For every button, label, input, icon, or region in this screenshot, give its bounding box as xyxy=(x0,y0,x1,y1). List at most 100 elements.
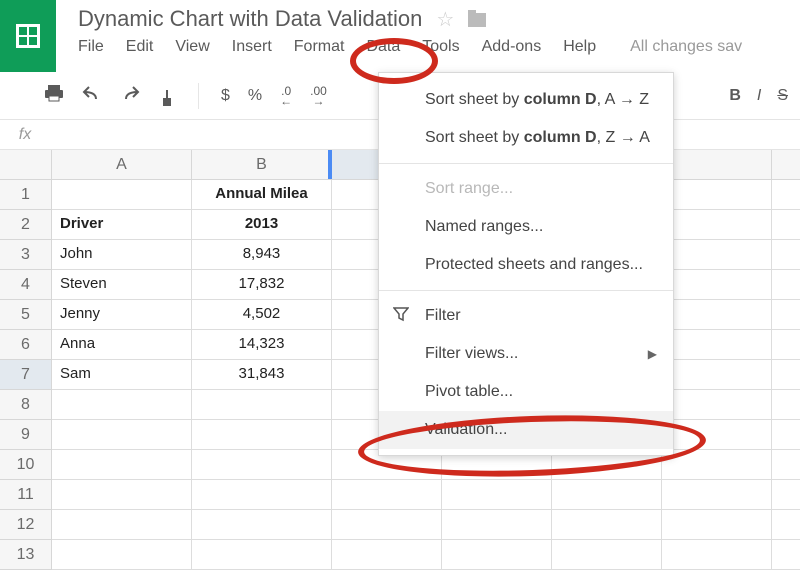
cell[interactable] xyxy=(662,420,772,450)
cell[interactable] xyxy=(52,480,192,510)
cell[interactable] xyxy=(772,270,800,300)
cell[interactable] xyxy=(52,180,192,210)
row-head[interactable]: 10 xyxy=(0,450,52,480)
cell[interactable]: Steven xyxy=(52,270,192,300)
data-menu-named-ranges[interactable]: Named ranges... xyxy=(379,208,673,246)
data-menu-filter[interactable]: Filter xyxy=(379,297,673,335)
row-head[interactable]: 8 xyxy=(0,390,52,420)
cell[interactable] xyxy=(772,480,800,510)
format-percent[interactable]: % xyxy=(248,87,262,105)
cell[interactable] xyxy=(772,180,800,210)
cell[interactable] xyxy=(772,360,800,390)
cell[interactable] xyxy=(662,540,772,570)
data-menu-pivot-table[interactable]: Pivot table... xyxy=(379,373,673,411)
menu-tools[interactable]: Tools xyxy=(422,38,459,56)
cell[interactable] xyxy=(772,390,800,420)
cell[interactable]: Sam xyxy=(52,360,192,390)
cell[interactable] xyxy=(332,480,442,510)
cell[interactable]: Anna xyxy=(52,330,192,360)
cell[interactable]: 17,832 xyxy=(192,270,332,300)
data-menu-filter-views[interactable]: Filter views... ▶ xyxy=(379,335,673,373)
cell[interactable] xyxy=(552,540,662,570)
cell[interactable] xyxy=(772,210,800,240)
cell[interactable]: Annual Milea xyxy=(192,180,332,210)
cell[interactable] xyxy=(662,480,772,510)
cell[interactable]: 4,502 xyxy=(192,300,332,330)
cell[interactable] xyxy=(662,390,772,420)
row-head[interactable]: 13 xyxy=(0,540,52,570)
cell[interactable] xyxy=(772,540,800,570)
row-head[interactable]: 5 xyxy=(0,300,52,330)
redo-icon[interactable] xyxy=(120,85,140,106)
strikethrough-button[interactable]: S xyxy=(777,87,788,105)
cell[interactable] xyxy=(332,510,442,540)
data-menu-validation[interactable]: Validation... xyxy=(379,411,673,449)
cell[interactable] xyxy=(662,240,772,270)
menu-file[interactable]: File xyxy=(78,38,104,56)
sheets-logo[interactable] xyxy=(0,0,56,72)
cell[interactable] xyxy=(662,330,772,360)
cell[interactable] xyxy=(52,450,192,480)
cell[interactable]: 31,843 xyxy=(192,360,332,390)
row-head[interactable]: 4 xyxy=(0,270,52,300)
menu-data[interactable]: Data xyxy=(366,38,400,56)
cell[interactable] xyxy=(192,480,332,510)
decrease-decimal-icon[interactable]: .0← xyxy=(280,86,292,106)
cell[interactable] xyxy=(772,240,800,270)
cell[interactable] xyxy=(552,510,662,540)
row-head[interactable]: 2 xyxy=(0,210,52,240)
paint-format-icon[interactable] xyxy=(158,83,176,108)
col-head-g[interactable] xyxy=(772,150,800,180)
cell[interactable] xyxy=(662,300,772,330)
row-head[interactable]: 6 xyxy=(0,330,52,360)
cell[interactable] xyxy=(662,210,772,240)
cell[interactable] xyxy=(52,510,192,540)
cell[interactable] xyxy=(52,390,192,420)
cell[interactable] xyxy=(192,510,332,540)
bold-button[interactable]: B xyxy=(729,87,741,105)
row-head[interactable]: 3 xyxy=(0,240,52,270)
cell[interactable] xyxy=(192,540,332,570)
row-head[interactable]: 12 xyxy=(0,510,52,540)
undo-icon[interactable] xyxy=(82,85,102,106)
menu-addons[interactable]: Add-ons xyxy=(482,38,542,56)
cell[interactable] xyxy=(772,420,800,450)
row-head[interactable]: 9 xyxy=(0,420,52,450)
col-head-a[interactable]: A xyxy=(52,150,192,180)
cell[interactable] xyxy=(662,180,772,210)
row-head[interactable]: 1 xyxy=(0,180,52,210)
cell[interactable] xyxy=(52,420,192,450)
data-menu-sort-asc[interactable]: Sort sheet by column D, A → Z xyxy=(379,81,673,119)
data-menu-protected-ranges[interactable]: Protected sheets and ranges... xyxy=(379,246,673,284)
cell[interactable] xyxy=(442,540,552,570)
cell[interactable] xyxy=(52,540,192,570)
row-head[interactable]: 11 xyxy=(0,480,52,510)
col-head-b[interactable]: B xyxy=(192,150,332,180)
increase-decimal-icon[interactable]: .00→ xyxy=(310,86,327,106)
cell[interactable]: John xyxy=(52,240,192,270)
cell[interactable] xyxy=(552,480,662,510)
cell[interactable] xyxy=(442,480,552,510)
cell[interactable] xyxy=(442,510,552,540)
cell[interactable]: 8,943 xyxy=(192,240,332,270)
menu-view[interactable]: View xyxy=(175,38,209,56)
cell[interactable] xyxy=(772,330,800,360)
format-currency[interactable]: $ xyxy=(221,87,230,105)
cell[interactable] xyxy=(332,540,442,570)
cell[interactable] xyxy=(772,300,800,330)
cell[interactable] xyxy=(772,450,800,480)
cell[interactable]: 2013 xyxy=(192,210,332,240)
cell[interactable]: Driver xyxy=(52,210,192,240)
select-all-corner[interactable] xyxy=(0,150,52,180)
cell[interactable] xyxy=(192,450,332,480)
menu-edit[interactable]: Edit xyxy=(126,38,154,56)
cell[interactable] xyxy=(662,360,772,390)
row-head[interactable]: 7 xyxy=(0,360,52,390)
menu-help[interactable]: Help xyxy=(563,38,596,56)
data-menu-sort-desc[interactable]: Sort sheet by column D, Z → A xyxy=(379,119,673,157)
cell[interactable] xyxy=(192,420,332,450)
star-icon[interactable]: ☆ xyxy=(436,7,454,32)
col-head-f[interactable] xyxy=(662,150,772,180)
cell[interactable]: Jenny xyxy=(52,300,192,330)
menu-format[interactable]: Format xyxy=(294,38,345,56)
